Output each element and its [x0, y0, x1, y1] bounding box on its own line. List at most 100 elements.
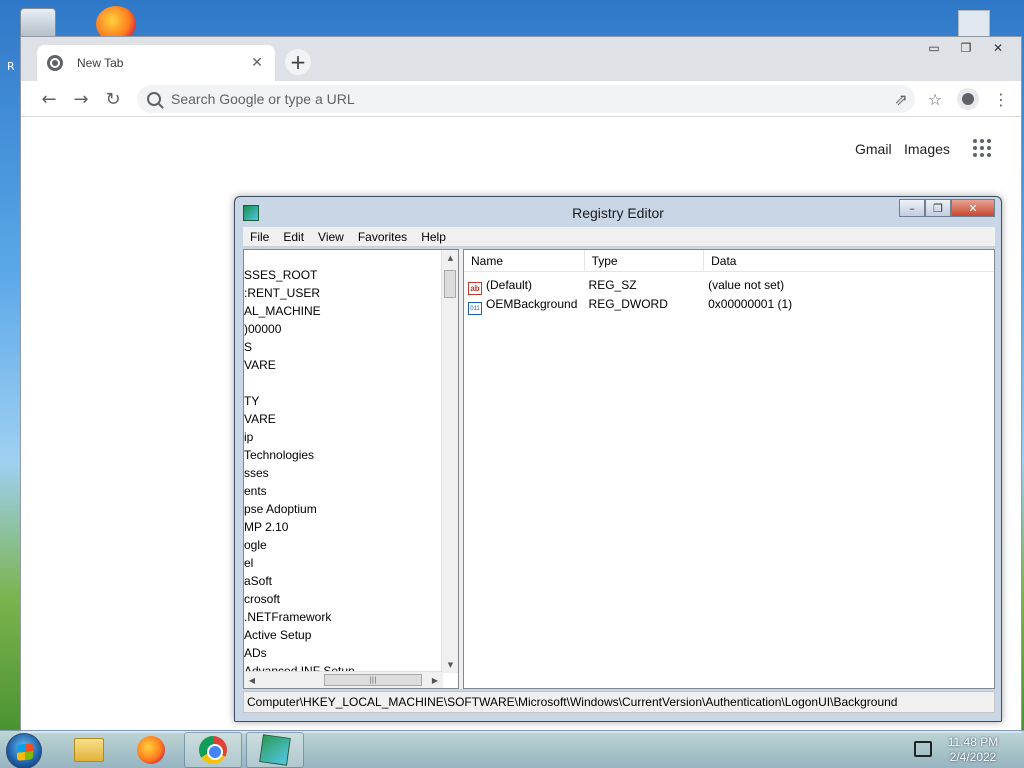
registry-tree-list: SSES_ROOT :RENT_USER AL_MACHINE )00000 S… — [244, 266, 442, 680]
tree-node[interactable]: Active Setup — [244, 626, 442, 644]
value-type-cell: REG_SZ — [588, 278, 637, 292]
value-data-cell: (value not set) — [708, 278, 785, 292]
tree-node[interactable]: .NETFramework — [244, 608, 442, 626]
bookmark-star-icon[interactable]: ☆ — [923, 87, 947, 111]
address-bar-placeholder: Search Google or type a URL — [171, 91, 355, 107]
toolbar-right-icons: ⇗ ☆ ⋮ — [889, 87, 1013, 111]
value-row[interactable]: 011 OEMBackground REG_DWORD 0x00000001 (1… — [464, 295, 994, 315]
taskbar: 11:48 PM 2/4/2022 — [0, 730, 1024, 768]
tree-node[interactable]: S — [244, 338, 442, 356]
tab-close-icon[interactable]: ✕ — [249, 55, 265, 71]
clock-date: 2/4/2022 — [949, 750, 997, 764]
tree-node[interactable] — [244, 374, 442, 392]
firefox-icon — [137, 736, 165, 764]
value-type-cell: REG_DWORD — [588, 297, 668, 311]
menu-file[interactable]: File — [243, 230, 276, 244]
registry-editor-icon — [259, 734, 291, 766]
tree-node[interactable]: crosoft — [244, 590, 442, 608]
share-icon[interactable]: ⇗ — [889, 87, 913, 111]
value-name-cell: ab (Default) — [464, 276, 585, 295]
tree-node[interactable]: ents — [244, 482, 442, 500]
tree-node[interactable]: ip — [244, 428, 442, 446]
value-data-cell: 0x00000001 (1) — [708, 297, 793, 311]
profile-avatar-icon[interactable] — [957, 88, 979, 110]
column-data[interactable]: Data — [704, 250, 994, 272]
tree-node[interactable]: AL_MACHINE — [244, 302, 442, 320]
chrome-minimize-button[interactable]: ▭ — [919, 39, 949, 57]
tree-node[interactable]: ogle — [244, 536, 442, 554]
images-link[interactable]: Images — [904, 141, 950, 157]
menu-view[interactable]: View — [311, 230, 351, 244]
google-apps-icon[interactable] — [973, 139, 991, 157]
window-title: Registry Editor — [572, 205, 664, 221]
chrome-restore-button[interactable]: ❐ — [951, 39, 981, 57]
chrome-close-button[interactable]: ✕ — [983, 39, 1013, 57]
scroll-up-arrow-icon[interactable]: ▲ — [442, 250, 458, 266]
back-arrow-icon[interactable]: ← — [37, 87, 61, 111]
tree-node[interactable]: pse Adoptium — [244, 500, 442, 518]
tree-node[interactable]: ADs — [244, 644, 442, 662]
system-clock[interactable]: 11:48 PM 2/4/2022 — [940, 735, 1006, 765]
network-icon[interactable] — [914, 741, 932, 757]
tree-node[interactable]: aSoft — [244, 572, 442, 590]
vertical-scroll-thumb[interactable] — [444, 270, 456, 298]
scroll-down-arrow-icon[interactable]: ▼ — [442, 657, 458, 673]
taskbar-explorer-button[interactable] — [60, 732, 118, 768]
registry-editor-window: Registry Editor – ❐ ✕ File Edit View Fav… — [234, 196, 1002, 722]
status-bar-path: Computer\HKEY_LOCAL_MACHINE\SOFTWARE\Mic… — [243, 691, 995, 713]
tree-horizontal-scrollbar[interactable]: ◀ ||| ▶ — [244, 671, 443, 688]
reload-icon[interactable]: ↻ — [101, 87, 125, 111]
taskbar-firefox-button[interactable] — [122, 732, 180, 768]
gmail-link[interactable]: Gmail — [855, 141, 892, 157]
values-column-header: Name Type Data — [464, 250, 994, 272]
regedit-caption-buttons: – ❐ ✕ — [899, 199, 995, 217]
registry-tree-pane: SSES_ROOT :RENT_USER AL_MACHINE )00000 S… — [243, 249, 459, 689]
tree-node[interactable]: sses — [244, 464, 442, 482]
value-name-cell: 011 OEMBackground — [464, 295, 585, 315]
regedit-close-button[interactable]: ✕ — [951, 199, 995, 217]
menu-favorites[interactable]: Favorites — [351, 230, 414, 244]
column-name[interactable]: Name — [464, 250, 585, 272]
address-bar[interactable]: Search Google or type a URL — [137, 85, 915, 113]
menu-help[interactable]: Help — [414, 230, 453, 244]
chrome-caption-buttons: ▭ ❐ ✕ — [919, 39, 1013, 57]
regedit-minimize-button[interactable]: – — [899, 199, 925, 217]
menu-edit[interactable]: Edit — [276, 230, 311, 244]
horizontal-scroll-thumb[interactable]: ||| — [324, 674, 422, 686]
registry-editor-titlebar[interactable]: Registry Editor – ❐ ✕ — [235, 197, 1001, 227]
tree-node[interactable]: VARE — [244, 356, 442, 374]
tree-node[interactable]: :RENT_USER — [244, 284, 442, 302]
clock-time: 11:48 PM — [947, 735, 999, 749]
tree-node[interactable]: TY — [244, 392, 442, 410]
binary-value-icon: 011 — [468, 302, 482, 315]
browser-toolbar: ← → ↻ Search Google or type a URL ⇗ ☆ ⋮ — [21, 81, 1021, 117]
chrome-icon — [199, 736, 227, 764]
tree-node[interactable]: MP 2.10 — [244, 518, 442, 536]
tree-node[interactable]: SSES_ROOT — [244, 266, 442, 284]
tree-node[interactable]: )00000 — [244, 320, 442, 338]
taskbar-regedit-button[interactable] — [246, 732, 304, 768]
string-value-icon: ab — [468, 282, 482, 295]
registry-editor-body: SSES_ROOT :RENT_USER AL_MACHINE )00000 S… — [243, 249, 995, 689]
registry-values-pane: Name Type Data ab (Default) REG_SZ (value… — [463, 249, 995, 689]
new-tab-button[interactable]: + — [285, 49, 311, 75]
scroll-right-arrow-icon[interactable]: ▶ — [427, 672, 443, 688]
menu-kebab-icon[interactable]: ⋮ — [989, 87, 1013, 111]
search-icon — [147, 92, 161, 106]
desktop-label-fragment: R — [7, 60, 15, 73]
taskbar-chrome-button[interactable] — [184, 732, 242, 768]
tab-title: New Tab — [77, 56, 124, 70]
column-type[interactable]: Type — [585, 250, 705, 272]
tab-new-tab[interactable]: New Tab ✕ — [37, 45, 275, 81]
regedit-restore-button[interactable]: ❐ — [925, 199, 951, 217]
folder-icon — [74, 738, 104, 762]
scroll-left-arrow-icon[interactable]: ◀ — [244, 672, 260, 688]
tree-node[interactable]: el — [244, 554, 442, 572]
tree-vertical-scrollbar[interactable]: ▲ ▼ — [441, 250, 458, 673]
chrome-favicon-icon — [47, 55, 63, 71]
tree-node[interactable]: Technologies — [244, 446, 442, 464]
forward-arrow-icon[interactable]: → — [69, 87, 93, 111]
start-button[interactable] — [6, 733, 42, 768]
tree-node[interactable]: VARE — [244, 410, 442, 428]
value-row[interactable]: ab (Default) REG_SZ (value not set) — [464, 276, 994, 295]
